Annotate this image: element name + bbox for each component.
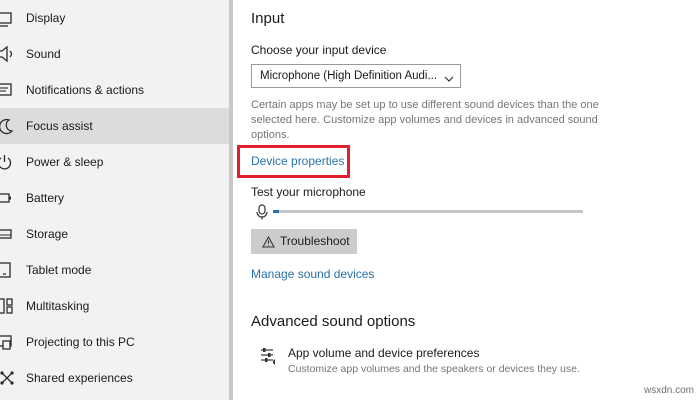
warning-icon: [262, 235, 275, 248]
sidebar-item-label: Multitasking: [26, 299, 90, 313]
sidebar-item-label: Power & sleep: [26, 155, 104, 169]
power-icon: [0, 152, 18, 172]
notifications-icon: [0, 80, 18, 100]
microphone-icon: [256, 204, 268, 220]
sidebar-item-label: Display: [26, 11, 66, 25]
multitasking-icon: [0, 296, 18, 316]
sidebar-item-label: Notifications & actions: [26, 83, 145, 97]
input-device-dropdown[interactable]: Microphone (High Definition Audi...: [251, 64, 461, 88]
sidebar-item-label: Focus assist: [26, 119, 93, 133]
sidebar-item-notifications[interactable]: Notifications & actions: [0, 72, 231, 108]
app-volume-subtitle: Customize app volumes and the speakers o…: [288, 363, 580, 375]
sidebar: Display Sound Notifications & actions Fo…: [0, 0, 233, 400]
input-heading: Input: [251, 10, 285, 27]
manage-sound-devices-link[interactable]: Manage sound devices: [251, 267, 374, 281]
sidebar-item-multitasking[interactable]: Multitasking: [0, 288, 231, 324]
display-icon: [0, 8, 18, 28]
battery-icon: [0, 188, 18, 208]
sidebar-item-label: Projecting to this PC: [26, 335, 135, 349]
sidebar-item-label: Tablet mode: [26, 263, 92, 277]
advanced-heading: Advanced sound options: [251, 313, 416, 330]
sidebar-item-sound[interactable]: Sound: [0, 36, 231, 72]
sidebar-item-projecting[interactable]: Projecting to this PC: [0, 324, 231, 360]
tablet-icon: [0, 260, 18, 280]
mic-level-meter: [273, 210, 583, 213]
test-microphone-label: Test your microphone: [251, 185, 366, 199]
sidebar-item-storage[interactable]: Storage: [0, 216, 231, 252]
projecting-icon: [0, 332, 18, 352]
input-device-label: Choose your input device: [251, 43, 387, 57]
content-pane: Input Choose your input device Microphon…: [233, 0, 700, 400]
troubleshoot-button[interactable]: Troubleshoot: [251, 229, 357, 254]
troubleshoot-label: Troubleshoot: [280, 234, 350, 248]
mixer-icon: [260, 346, 278, 366]
chevron-down-icon: [444, 71, 454, 82]
sidebar-item-battery[interactable]: Battery: [0, 180, 231, 216]
sidebar-item-label: Battery: [26, 191, 65, 205]
app-volume-preferences[interactable]: App volume and device preferences Custom…: [251, 342, 671, 382]
sidebar-item-focus-assist[interactable]: Focus assist: [0, 108, 231, 144]
moon-icon: [0, 116, 18, 136]
sidebar-item-label: Shared experiences: [26, 371, 133, 385]
highlight-box: [237, 145, 350, 178]
input-device-value: Microphone (High Definition Audi...: [260, 70, 438, 82]
sidebar-item-label: Storage: [26, 227, 69, 241]
sidebar-item-display[interactable]: Display: [0, 0, 231, 36]
app-volume-title: App volume and device preferences: [288, 346, 480, 360]
sidebar-item-label: Sound: [26, 47, 61, 61]
storage-icon: [0, 224, 18, 244]
sidebar-item-tablet-mode[interactable]: Tablet mode: [0, 252, 231, 288]
settings-window: Display Sound Notifications & actions Fo…: [0, 0, 700, 400]
sidebar-item-shared-experiences[interactable]: Shared experiences: [0, 360, 231, 396]
input-description: Certain apps may be set up to use differ…: [251, 99, 599, 141]
mic-level-fill: [273, 210, 280, 213]
shared-experiences-icon: [0, 368, 18, 388]
sidebar-item-power-sleep[interactable]: Power & sleep: [0, 144, 231, 180]
watermark: wsxdn.com: [643, 385, 694, 396]
speaker-icon: [0, 44, 18, 64]
